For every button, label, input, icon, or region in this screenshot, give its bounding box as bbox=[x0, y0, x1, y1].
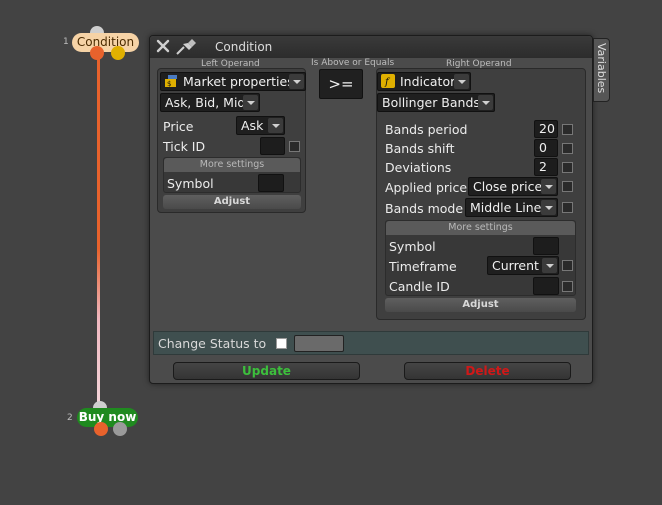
tick-id-checkbox[interactable] bbox=[289, 141, 300, 152]
chevron-down-icon bbox=[289, 74, 304, 89]
chevron-down-icon bbox=[541, 179, 556, 194]
left-operand-type-value: Market properties bbox=[183, 74, 294, 89]
applied-price-value: Close price bbox=[473, 179, 543, 194]
symbol-input[interactable] bbox=[258, 174, 284, 192]
bands-mode-select[interactable]: Middle Line bbox=[465, 198, 558, 217]
indicator-icon: f bbox=[381, 74, 395, 88]
timeframe-value: Current bbox=[492, 258, 539, 273]
tick-id-label: Tick ID bbox=[163, 139, 206, 154]
chevron-down-icon bbox=[541, 200, 556, 215]
left-adjust-button[interactable]: Adjust bbox=[163, 195, 301, 209]
svg-text:$: $ bbox=[167, 80, 171, 88]
close-icon[interactable] bbox=[155, 38, 171, 54]
change-status-input[interactable] bbox=[294, 335, 344, 352]
bands-shift-label: Bands shift bbox=[385, 141, 455, 156]
right-more-settings: More settings Symbol Timeframe Current C… bbox=[385, 220, 576, 296]
svg-text:f: f bbox=[384, 77, 391, 88]
right-operand-panel: f Indicator Bollinger Bands Bands period… bbox=[376, 68, 586, 320]
change-status-bar: Change Status to bbox=[153, 331, 589, 355]
right-operand-type-value: Indicator bbox=[400, 74, 456, 89]
node-number: 2 bbox=[67, 413, 73, 423]
candle-id-label: Candle ID bbox=[389, 279, 450, 294]
more-settings-header[interactable]: More settings bbox=[164, 158, 300, 172]
condition-dialog: Condition Variables Left Operand Is Abov… bbox=[149, 35, 610, 384]
chevron-down-icon bbox=[243, 95, 258, 110]
deviations-checkbox[interactable] bbox=[562, 162, 573, 173]
chevron-down-icon bbox=[454, 74, 469, 89]
operator-button[interactable]: >= bbox=[319, 69, 363, 99]
bands-mode-checkbox[interactable] bbox=[562, 202, 573, 213]
change-status-checkbox[interactable] bbox=[276, 338, 287, 349]
price-value: Ask bbox=[241, 118, 264, 133]
connector-wire bbox=[97, 55, 100, 407]
delete-button[interactable]: Delete bbox=[404, 362, 571, 380]
left-operand-panel: $ Market properties Ask, Bid, Mid Price … bbox=[157, 68, 306, 213]
bands-mode-label: Bands mode bbox=[385, 201, 464, 216]
node-output-false-port[interactable] bbox=[111, 46, 125, 60]
node-number: 1 bbox=[63, 37, 69, 47]
bands-period-checkbox[interactable] bbox=[562, 124, 573, 135]
tick-id-input[interactable] bbox=[260, 137, 285, 155]
operator-value: >= bbox=[328, 75, 354, 93]
market-properties-icon: $ bbox=[164, 74, 178, 88]
operator-label: Is Above or Equals bbox=[311, 58, 395, 68]
right-operand-type-select[interactable]: f Indicator bbox=[377, 72, 471, 91]
variables-tab-label: Variables bbox=[595, 43, 608, 94]
more-settings-header[interactable]: More settings bbox=[386, 221, 575, 235]
market-property-value: Ask, Bid, Mid bbox=[165, 95, 246, 110]
timeframe-label: Timeframe bbox=[389, 259, 457, 274]
left-more-settings: More settings Symbol bbox=[163, 157, 301, 193]
node-output-true-port[interactable] bbox=[90, 46, 104, 60]
chevron-down-icon bbox=[542, 258, 557, 273]
right-adjust-button[interactable]: Adjust bbox=[385, 298, 576, 312]
node-output-false-port[interactable] bbox=[113, 422, 127, 436]
candle-id-input[interactable] bbox=[533, 277, 559, 295]
dialog-title: Condition bbox=[215, 40, 273, 54]
price-select[interactable]: Ask bbox=[236, 116, 285, 135]
indicator-value: Bollinger Bands bbox=[382, 95, 480, 110]
condition-node[interactable]: Condition bbox=[72, 33, 139, 52]
variables-tab[interactable]: Variables bbox=[593, 38, 610, 102]
symbol-input[interactable] bbox=[533, 237, 559, 255]
symbol-label: Symbol bbox=[167, 176, 214, 191]
deviations-input[interactable]: 2 bbox=[534, 158, 558, 176]
symbol-label: Symbol bbox=[389, 239, 436, 254]
applied-price-label: Applied price bbox=[385, 180, 468, 195]
bands-period-input[interactable]: 20 bbox=[534, 120, 558, 138]
market-property-select[interactable]: Ask, Bid, Mid bbox=[160, 93, 260, 112]
candle-id-checkbox[interactable] bbox=[562, 281, 573, 292]
node-output-true-port[interactable] bbox=[94, 422, 108, 436]
indicator-select[interactable]: Bollinger Bands bbox=[377, 93, 495, 112]
left-operand-type-select[interactable]: $ Market properties bbox=[160, 72, 306, 91]
bands-mode-value: Middle Line bbox=[470, 200, 542, 215]
chevron-down-icon bbox=[268, 118, 283, 133]
update-button[interactable]: Update bbox=[173, 362, 360, 380]
deviations-label: Deviations bbox=[385, 160, 452, 175]
bands-shift-checkbox[interactable] bbox=[562, 143, 573, 154]
price-label: Price bbox=[163, 119, 194, 134]
buy-now-node[interactable]: Buy now bbox=[77, 408, 138, 427]
timeframe-select[interactable]: Current bbox=[487, 256, 559, 275]
applied-price-checkbox[interactable] bbox=[562, 181, 573, 192]
timeframe-checkbox[interactable] bbox=[562, 260, 573, 271]
applied-price-select[interactable]: Close price bbox=[468, 177, 558, 196]
chevron-down-icon bbox=[478, 95, 493, 110]
dialog-titlebar[interactable]: Condition bbox=[150, 36, 592, 58]
bands-period-label: Bands period bbox=[385, 122, 468, 137]
change-status-label: Change Status to bbox=[158, 336, 267, 351]
bands-shift-input[interactable]: 0 bbox=[534, 139, 558, 157]
pin-icon[interactable] bbox=[175, 38, 197, 56]
